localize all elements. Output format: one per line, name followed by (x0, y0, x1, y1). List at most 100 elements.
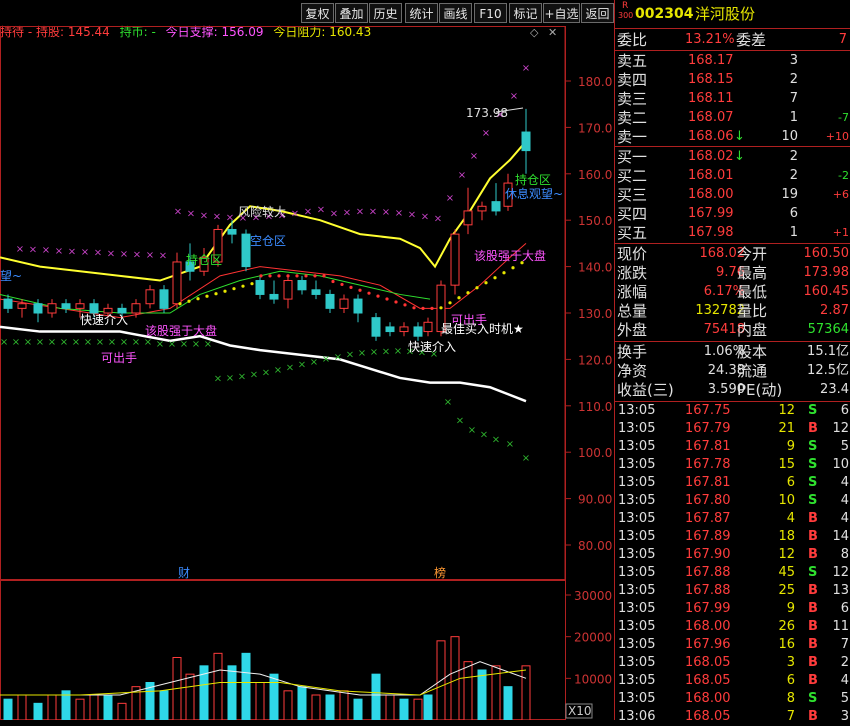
volume-bar (325, 694, 335, 720)
bid-level-row[interactable]: 买五 167.98 1 +1 (615, 223, 850, 243)
beat-market-label-1: 该股强于大盘 (145, 323, 217, 338)
purple-x-marker: × (395, 208, 403, 219)
dot-marker (259, 274, 263, 278)
candle-body (423, 321, 433, 333)
stat-label: PE(动) (737, 381, 783, 399)
green-x-marker: × (394, 346, 402, 357)
weibi-value: 13.21% (685, 32, 735, 47)
dot-marker (331, 279, 335, 284)
overlay-button[interactable]: 叠加 (335, 3, 368, 23)
back-button[interactable]: 返回 (581, 3, 614, 23)
trade-time: 13:05 (618, 583, 656, 598)
finance-marker[interactable]: 财 (178, 566, 190, 580)
bid-level-row[interactable]: 买三 168.00 19 +6 (615, 185, 850, 205)
trade-price: 167.88 (685, 565, 731, 580)
candle-body (385, 326, 395, 333)
mark-button[interactable]: 标记 (509, 3, 542, 23)
purple-x-marker: × (382, 207, 390, 218)
risk-label: 风险较大 (238, 204, 286, 219)
volume-chart[interactable]: 30000 20000 10000 X10 (0, 580, 614, 720)
add-watchlist-button[interactable]: +自选 (543, 3, 580, 23)
stat-label: 涨幅 (617, 283, 648, 301)
stat-value: 24.38 (707, 363, 745, 378)
trade-side: S (808, 691, 818, 706)
stat-label: 内盘 (737, 321, 768, 339)
stock-header: R 300 002304 洋河股份 (615, 1, 850, 28)
dot-marker (277, 274, 281, 278)
indicator-lines (0, 140, 527, 403)
purple-x-marker: × (226, 213, 234, 224)
restore-rights-button[interactable]: 复权 (301, 3, 334, 23)
trade-volume: 18 (778, 529, 795, 544)
purple-x-marker: × (159, 251, 167, 262)
trade-volume: 26 (778, 619, 795, 634)
volume-axis: 30000 20000 10000 (565, 589, 612, 686)
ask-level-row[interactable]: 卖一 168.06 ↓ 10 +10 (615, 127, 850, 147)
trade-price: 167.99 (685, 601, 731, 616)
level-label: 卖一 (617, 128, 648, 146)
fundamental-row: 换手 1.06% 股本 15.1亿 (615, 342, 850, 362)
ask-level-row[interactable]: 卖五 168.17 3 (615, 51, 850, 71)
statistics-button[interactable]: 统计 (405, 3, 438, 23)
history-button[interactable]: 历史 (369, 3, 402, 23)
purple-x-marker: × (304, 207, 312, 218)
candle-body (89, 303, 99, 314)
level-change: +10 (825, 130, 849, 143)
green-x-marker: × (48, 337, 56, 348)
candle-body (311, 289, 321, 295)
green-x-marker: × (60, 337, 68, 348)
bid-level-row[interactable]: 买四 167.99 6 (615, 204, 850, 224)
ask-level-row[interactable]: 卖四 168.15 2 (615, 70, 850, 90)
ask-level-row[interactable]: 卖三 168.11 7 (615, 89, 850, 109)
bid-level-row[interactable]: 买一 168.02 ↓ 2 (615, 147, 850, 167)
level-arrow-icon: ↓ (734, 129, 745, 144)
purple-x-marker: × (343, 207, 351, 218)
ask-level-row[interactable]: 卖二 168.07 1 -7 (615, 108, 850, 128)
trade-side: S (808, 439, 818, 454)
volume-bar (297, 686, 307, 720)
green-x-marker: × (456, 416, 464, 427)
green-x-marker: × (468, 425, 476, 436)
kline-chart[interactable]: 180.0 170.0 160.0 150.0 140.0 130.0 120.0 110.0… (0, 26, 614, 580)
trade-side: S (808, 475, 818, 490)
weicha-label: 委差 (736, 31, 767, 49)
hold-zone-label-2: 持仓区 (515, 172, 551, 187)
level-volume: 3 (789, 53, 798, 68)
dot-marker (421, 306, 425, 310)
trade-time: 13:05 (618, 529, 656, 544)
bid-level-row[interactable]: 买二 168.01 2 -2 (615, 166, 850, 186)
stat-value: 132782 (695, 303, 745, 318)
f10-button[interactable]: F10 (474, 3, 507, 23)
purple-x-marker: × (317, 205, 325, 216)
trade-volume: 10 (778, 493, 795, 508)
wait-watch-label: 休息观望~ (505, 186, 563, 201)
candle-body (353, 298, 363, 314)
purple-x-marker: × (510, 91, 518, 102)
green-x-marker: × (144, 337, 152, 348)
trade-count: 4 (840, 493, 849, 508)
level-change: +1 (832, 226, 849, 239)
volume-bar (117, 702, 127, 720)
trade-time: 13:05 (618, 493, 656, 508)
trade-count: 4 (840, 475, 849, 490)
level-price: 168.00 (688, 187, 734, 202)
ranking-marker[interactable]: 榜 (434, 565, 446, 580)
trade-side: B (808, 601, 818, 616)
level-label: 卖四 (617, 71, 648, 89)
green-x-marker: × (168, 339, 176, 350)
trade-time: 13:05 (618, 601, 656, 616)
draw-line-button[interactable]: 画线 (439, 3, 472, 23)
level-price: 168.07 (688, 110, 734, 125)
trade-time: 13:05 (618, 655, 656, 670)
volume-bar (213, 652, 223, 720)
green-x-marker: × (506, 439, 514, 450)
dot-marker (241, 284, 245, 288)
fundamental-row: 收益(三) 3.590 PE(动) 23.4 (615, 380, 850, 400)
trade-price: 167.80 (685, 493, 731, 508)
dot-marker (223, 289, 227, 293)
stat-value: 6.17% (703, 284, 745, 299)
trade-time: 13:05 (618, 439, 656, 454)
trade-side: B (808, 529, 818, 544)
dot-marker (511, 266, 515, 270)
trade-row: 13:05 167.89 18 B 14 (615, 528, 850, 546)
